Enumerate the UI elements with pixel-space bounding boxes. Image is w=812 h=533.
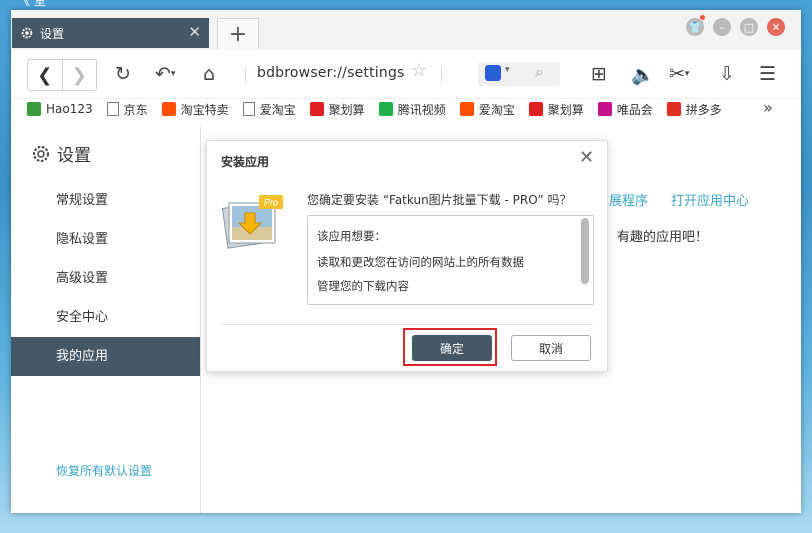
menu-icon[interactable]: ☰	[759, 59, 776, 89]
new-tab-button[interactable]: +	[217, 18, 259, 49]
address-separator	[245, 67, 246, 83]
bookmark-label: Hao123	[46, 102, 93, 116]
juhuasuan-icon	[309, 102, 324, 116]
pro-badge: Pro	[264, 198, 278, 208]
page-icon	[242, 102, 255, 116]
address-bar[interactable]: bdbrowser://settings	[257, 65, 405, 81]
page-icon	[106, 102, 119, 116]
juhuasuan-icon	[528, 102, 543, 116]
scissors-icon[interactable]: ✂ ▾	[669, 59, 689, 89]
refresh-icon[interactable]: ↻	[115, 59, 131, 89]
minimize-button[interactable]: –	[713, 18, 731, 36]
bookmark-item[interactable]: 淘宝特卖	[161, 101, 229, 118]
confirm-button[interactable]: 确定	[412, 335, 492, 361]
back-button[interactable]: ❮	[28, 60, 62, 90]
permission-item: 管理您的下载内容	[317, 279, 409, 293]
close-window-button[interactable]: ✕	[767, 18, 785, 36]
bookmark-item[interactable]: 聚划算	[528, 101, 584, 118]
dialog-close-icon[interactable]: ✕	[579, 147, 594, 168]
maximize-button[interactable]: □	[740, 18, 758, 36]
tencent-video-icon	[378, 102, 393, 116]
bookmark-item[interactable]: Hao123	[27, 102, 93, 116]
taobao-icon	[459, 102, 474, 116]
desktop-label: 《 室	[18, 0, 46, 8]
bookmark-item[interactable]: 爱淘宝	[242, 101, 296, 118]
fatkun-app-icon: Pro	[221, 195, 283, 249]
hao123-icon	[27, 102, 41, 116]
skin-icon[interactable]: 👕	[686, 18, 704, 36]
bookmark-label: 聚划算	[547, 102, 584, 117]
bookmark-label: 腾讯视频	[397, 102, 446, 117]
search-engine-dropdown-icon[interactable]: ▾	[505, 65, 510, 75]
settings-menu-item[interactable]: 常规设置	[11, 181, 200, 220]
permissions-list: 该应用想要： 读取和更改您在访问的网站上的所有数据管理您的下载内容管理您的应用、…	[308, 216, 593, 304]
cancel-button[interactable]: 取消	[511, 335, 591, 361]
bookmark-item[interactable]: 爱淘宝	[459, 101, 515, 118]
bookmarks-more-icon[interactable]: »	[763, 98, 773, 117]
permission-item: 管理您的应用、扩展程序和主题背景	[317, 298, 584, 304]
bookmark-item[interactable]: 唯品会	[597, 101, 653, 118]
bookmark-item[interactable]: 腾讯视频	[378, 101, 446, 118]
settings-menu-item[interactable]: 隐私设置	[11, 220, 200, 259]
bookmark-item[interactable]: 拼多多	[666, 101, 722, 118]
bookmark-star-icon[interactable]: ☆	[411, 60, 427, 81]
bookmark-label: 淘宝特卖	[180, 102, 229, 117]
forward-button[interactable]: ❯	[61, 60, 97, 90]
search-icon[interactable]: ⌕	[535, 62, 544, 82]
bookmark-label: 爱淘宝	[478, 102, 515, 117]
settings-title-text: 设置	[57, 146, 91, 166]
settings-menu-item[interactable]: 我的应用	[11, 337, 200, 376]
app-center-link[interactable]: 打开应用中心	[671, 190, 749, 209]
tab-settings[interactable]: 设置 ✕	[12, 18, 209, 48]
permissions-box: 该应用想要： 读取和更改您在访问的网站上的所有数据管理您的下载内容管理您的应用、…	[307, 215, 594, 305]
bookmark-label: 唯品会	[616, 102, 653, 117]
apps-grid-icon[interactable]: ⊞	[591, 59, 607, 89]
tab-close-icon[interactable]: ✕	[188, 24, 201, 40]
dialog-title: 安装应用	[221, 155, 270, 169]
bookmark-item[interactable]: 聚划算	[309, 101, 365, 118]
permission-item: 读取和更改您在访问的网站上的所有数据	[317, 255, 524, 269]
bookmark-label: 拼多多	[685, 102, 722, 117]
install-question: 您确定要安装 “Fatkun图片批量下载 - PRO” 吗？	[307, 193, 572, 207]
vip-icon	[597, 102, 612, 116]
settings-title: 设置	[31, 141, 91, 166]
settings-menu-item[interactable]: 高级设置	[11, 259, 200, 298]
search-separator	[441, 67, 442, 83]
home-icon[interactable]: ⌂	[203, 59, 215, 89]
settings-gear-icon	[33, 145, 49, 162]
dialog-divider	[221, 324, 593, 325]
settings-menu-item[interactable]: 安全中心	[11, 298, 200, 337]
permissions-heading: 该应用想要：	[317, 229, 386, 243]
download-icon[interactable]: ⇩	[719, 59, 735, 89]
restore-defaults-link[interactable]: 恢复所有默认设置	[56, 462, 152, 479]
bookmark-label: 聚划算	[328, 102, 365, 117]
undo-icon[interactable]: ↶ ▾	[155, 59, 175, 89]
baidu-paw-icon[interactable]: 🐾	[485, 65, 501, 81]
tab-title: 设置	[40, 26, 65, 41]
nav-buttons: ❮ ❯	[27, 59, 97, 91]
bookmark-label: 爱淘宝	[259, 102, 296, 117]
bookmark-item[interactable]: 京东	[106, 101, 148, 118]
gear-icon	[21, 27, 33, 39]
bookmark-label: 京东	[123, 102, 148, 117]
install-app-dialog: 安装应用 ✕ Pro 您确定要安装 “Fatkun图片批量下载 - PRO” 吗…	[206, 140, 608, 372]
taobao-icon	[161, 102, 176, 116]
permissions-scrollbar[interactable]	[581, 218, 589, 284]
apps-intro-text: 有趣的应用吧！	[617, 230, 709, 245]
volume-icon[interactable]: 🔈	[631, 59, 655, 89]
bookmarks-bar: Hao123 京东 淘宝特卖 爱淘宝 聚划算 腾讯视频 爱淘宝 聚划算 唯品会 拼多多	[27, 98, 736, 120]
pinduoduo-icon	[666, 102, 681, 116]
